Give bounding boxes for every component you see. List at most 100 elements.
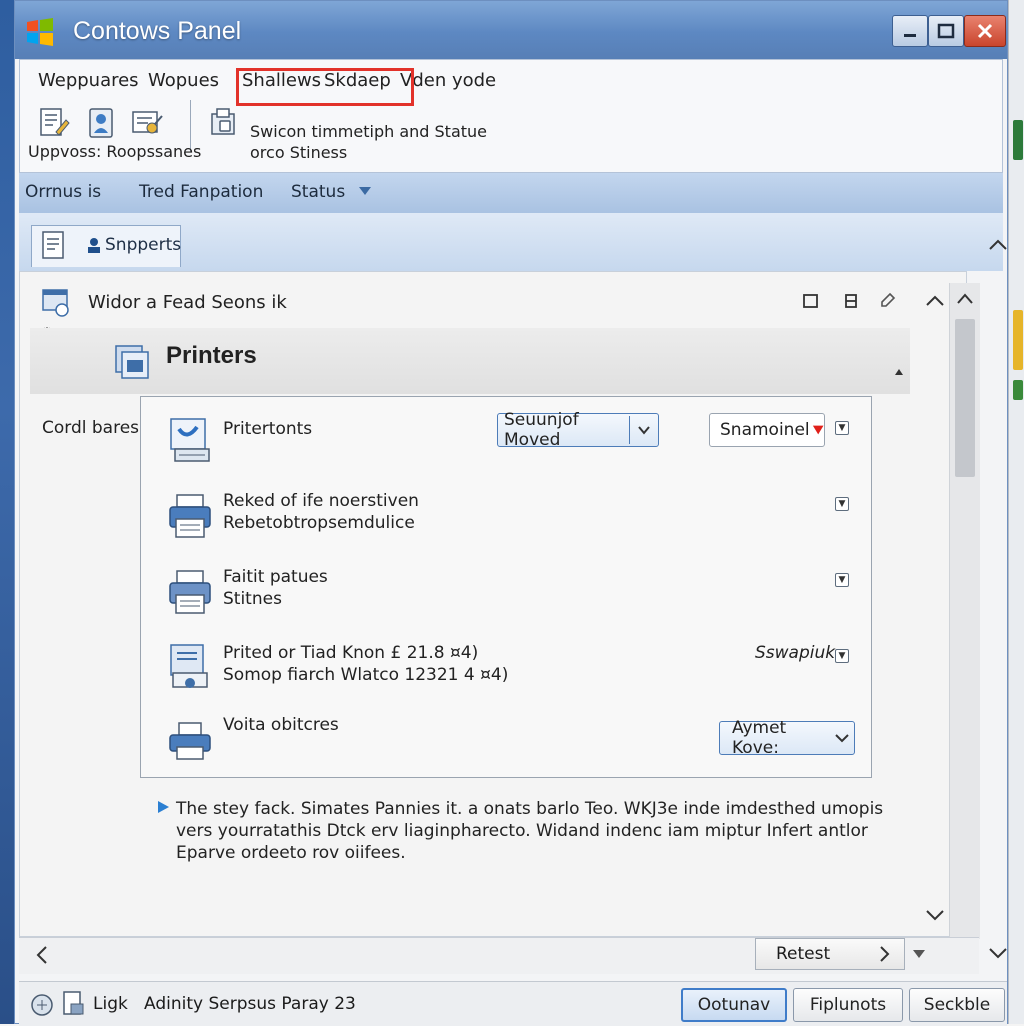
section-tab-strip: Snpperts bbox=[19, 213, 1003, 271]
printer-name: Pritertonts bbox=[223, 419, 313, 439]
chevron-down-icon bbox=[835, 734, 849, 743]
maximize-icon bbox=[937, 23, 955, 39]
pin-icon[interactable] bbox=[878, 292, 896, 310]
scrollbar-thumb[interactable] bbox=[955, 319, 975, 477]
ribbon-caption: Uppvoss: Roopssanes bbox=[28, 142, 202, 161]
printers-header-band: Printers bbox=[30, 328, 910, 394]
list-item[interactable]: Prited or Tiad Knon £ 21.8 ¤4) Somop fia… bbox=[141, 637, 871, 709]
status-bar: Ligk Adinity Serpsus Paray 23 Ootunav Fi… bbox=[19, 981, 1007, 1026]
nav-item-label: Status bbox=[291, 182, 346, 202]
list-item[interactable]: Voita obitcres Aymet Kove: bbox=[141, 711, 871, 783]
close-button[interactable] bbox=[964, 15, 1006, 47]
expand-checkbox[interactable]: ▼ bbox=[835, 649, 849, 663]
control-panel-window: Contows Panel Weppuares Wopues Shallews … bbox=[14, 0, 1008, 1026]
document-edit-icon[interactable] bbox=[36, 106, 70, 140]
nav-item[interactable]: Tred Fanpation bbox=[139, 182, 263, 202]
list-item[interactable]: Reked of ife noerstiven Rebetobtropsemdu… bbox=[141, 485, 871, 557]
printers-folder-icon bbox=[115, 345, 149, 379]
list-item[interactable]: Faitit patues Stitnes ▼ bbox=[141, 561, 871, 633]
chevron-right-icon bbox=[880, 946, 890, 962]
category-label: Cordl bares bbox=[42, 418, 140, 438]
menu-item[interactable]: Shallews bbox=[242, 70, 321, 91]
scroll-up-icon[interactable] bbox=[955, 291, 975, 307]
minimize-button[interactable] bbox=[892, 15, 928, 47]
network-icon bbox=[31, 994, 53, 1016]
content-panel: Widor a Fead Seons ik Printers Cordl bar… bbox=[19, 271, 967, 937]
dropdown-arrow-icon[interactable] bbox=[911, 948, 927, 960]
select-value: Snamoinel bbox=[720, 420, 810, 440]
tab-label: Snpperts bbox=[105, 235, 182, 255]
nav-item-status[interactable]: Status bbox=[291, 182, 373, 202]
printer-icon bbox=[169, 494, 211, 538]
printer-name: Voita obitcres bbox=[223, 715, 339, 735]
restore-icon[interactable] bbox=[802, 292, 820, 310]
desktop-left-edge bbox=[0, 0, 14, 1024]
scroll-down-icon[interactable] bbox=[987, 945, 1009, 961]
expand-checkbox[interactable]: ▼ bbox=[835, 421, 849, 435]
user-icon bbox=[88, 238, 100, 253]
split-view-icon[interactable] bbox=[842, 292, 860, 310]
printer-icon bbox=[169, 570, 211, 614]
background-window-fragment bbox=[1013, 120, 1023, 160]
chevron-left-icon[interactable] bbox=[33, 944, 51, 966]
ribbon-description-line1: Swicon timmetiph and Statue bbox=[250, 122, 488, 141]
status-dropdown[interactable]: Seuunjof Moved bbox=[497, 410, 659, 450]
printer-icon bbox=[169, 722, 211, 760]
background-window-fragment bbox=[1013, 310, 1023, 370]
dropdown-arrow-icon bbox=[812, 425, 824, 435]
tertiary-button[interactable]: Seckble bbox=[909, 988, 1005, 1022]
windows-logo-icon bbox=[27, 18, 53, 46]
menu-item[interactable]: Skdaep bbox=[324, 70, 391, 91]
menu-item[interactable]: Weppuares bbox=[38, 70, 139, 91]
printer-name: Faitit patues bbox=[223, 567, 328, 587]
title-bar[interactable]: Contows Panel bbox=[15, 1, 1007, 59]
maximize-button[interactable] bbox=[928, 15, 964, 47]
minimize-icon bbox=[904, 34, 916, 37]
chevron-down-icon bbox=[638, 426, 650, 435]
expand-checkbox[interactable]: ▼ bbox=[835, 573, 849, 587]
mode-select[interactable]: Snamoinel bbox=[709, 413, 825, 447]
menu-item[interactable]: Wopues bbox=[148, 70, 219, 91]
printer-name: Prited or Tiad Knon £ 21.8 ¤4) bbox=[223, 643, 479, 663]
navigation-bar: Orrnus is Tred Fanpation Status bbox=[19, 173, 1003, 214]
horizontal-nav-bar: Retest bbox=[19, 937, 979, 974]
panel-title: Widor a Fead Seons ik bbox=[88, 292, 287, 313]
chevron-down-icon[interactable] bbox=[924, 906, 946, 924]
dropdown-value: Seuunjof Moved bbox=[504, 410, 579, 450]
printer-detail: Stitnes bbox=[223, 589, 282, 609]
reset-button[interactable]: Retest bbox=[755, 938, 905, 970]
menu-item[interactable]: Vden yode bbox=[400, 70, 496, 91]
chevron-down-icon bbox=[358, 187, 371, 195]
action-dropdown[interactable]: Aymet Kove: bbox=[719, 718, 855, 758]
info-description: The stey fack. Simates Pannies it. a ona… bbox=[176, 799, 884, 863]
printer-side-label: Sswapiuk bbox=[755, 643, 836, 663]
secondary-button[interactable]: Fiplunots bbox=[793, 988, 903, 1022]
security-folder-icon[interactable] bbox=[208, 106, 242, 140]
user-card-icon[interactable] bbox=[84, 106, 118, 140]
status-text: Ligk Adinity Serpsus Paray 23 bbox=[93, 994, 356, 1014]
page-title: Printers bbox=[166, 342, 257, 369]
printer-list: Pritertonts Seuunjof Moved Snamoinel ▼ R… bbox=[140, 396, 872, 778]
outer-scrollbar[interactable] bbox=[981, 223, 1013, 973]
inner-scrollbar[interactable] bbox=[949, 283, 980, 939]
fax-machine-icon bbox=[170, 644, 208, 688]
primary-button[interactable]: Ootunav bbox=[681, 988, 787, 1022]
printer-document-icon bbox=[170, 418, 210, 462]
scroll-up-icon[interactable] bbox=[987, 237, 1009, 253]
ribbon: Weppuares Wopues Shallews Skdaep Vden yo… bbox=[19, 59, 1003, 173]
info-arrow-icon bbox=[158, 801, 169, 813]
certificate-edit-icon[interactable] bbox=[130, 106, 164, 140]
printer-detail: Rebetobtropsemdulice bbox=[223, 513, 415, 533]
close-icon bbox=[977, 23, 993, 39]
nav-item[interactable]: Orrnus is bbox=[25, 182, 101, 202]
window-title: Contows Panel bbox=[73, 17, 242, 45]
window-settings-icon bbox=[42, 289, 69, 317]
collapse-caret-icon[interactable] bbox=[894, 368, 904, 376]
chevron-up-icon[interactable] bbox=[924, 292, 946, 310]
list-item[interactable]: Pritertonts Seuunjof Moved Snamoinel ▼ bbox=[141, 409, 871, 481]
document-lock-icon bbox=[63, 991, 84, 1015]
document-icon bbox=[42, 231, 64, 259]
dropdown-value: Aymet Kove: bbox=[732, 718, 787, 758]
printer-name: Reked of ife noerstiven bbox=[223, 491, 419, 511]
expand-checkbox[interactable]: ▼ bbox=[835, 497, 849, 511]
